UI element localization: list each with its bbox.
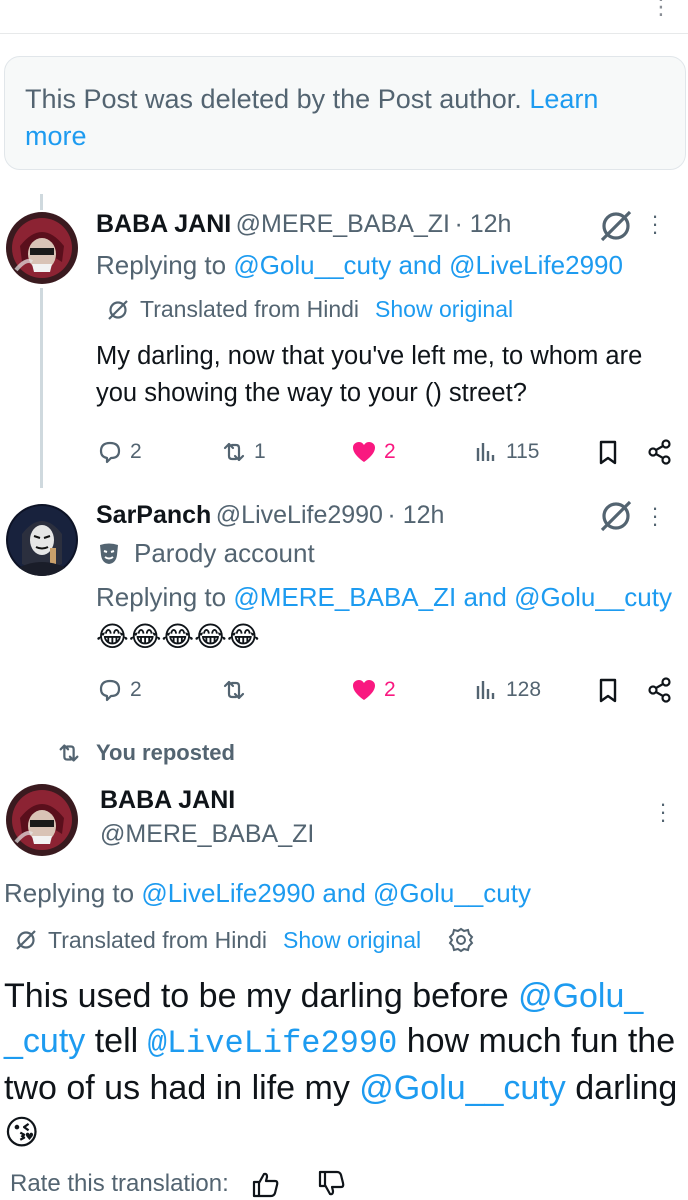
post-time[interactable]: · 12h: [387, 501, 444, 529]
like-count: 2: [384, 440, 396, 463]
parody-mask-icon: [100, 543, 118, 564]
more-icon[interactable]: ⋮: [650, 0, 672, 20]
views-icon: [476, 443, 495, 461]
top-divider: [0, 33, 688, 34]
parody-badge: Parody account: [96, 538, 315, 569]
replying-to: Replying to @Golu__cuty and @LiveLife299…: [96, 250, 623, 281]
show-original-link[interactable]: Show original: [375, 296, 513, 323]
repost-context: You reposted: [56, 740, 235, 766]
post-text-part: tell: [94, 1022, 139, 1060]
deleted-post-notice: This Post was deleted by the Post author…: [4, 56, 686, 170]
heart-icon: [353, 680, 375, 700]
view-count: 128: [506, 678, 542, 701]
more-options-icon[interactable]: · · ·: [650, 497, 660, 535]
post-text-part: This used to be my darling before: [4, 977, 509, 1015]
repost-context-label[interactable]: You reposted: [96, 740, 235, 766]
thumbs-down-icon[interactable]: [317, 1170, 347, 1198]
author-handle[interactable]: @MERE_BABA_ZI: [100, 820, 314, 849]
share-icon: [648, 439, 671, 465]
rate-translation: Rate this translation:: [10, 1170, 347, 1198]
author-name[interactable]: BABA JANI: [100, 786, 235, 815]
avatar[interactable]: [6, 504, 78, 576]
repost-icon: [59, 744, 79, 762]
reply-count: 2: [130, 678, 142, 701]
translated-label: Translated from Hindi: [140, 296, 360, 322]
mention-link[interactable]: @LiveLife2990: [449, 250, 623, 280]
rate-label: Rate this translation:: [10, 1170, 229, 1197]
mention-link[interactable]: @MERE_BABA_ZI: [233, 582, 456, 612]
bookmark-icon: [599, 678, 617, 703]
views-icon: [476, 681, 495, 699]
post-time[interactable]: · 12h: [454, 210, 511, 238]
reply-icon: [99, 441, 121, 464]
share-icon: [648, 677, 671, 703]
like-count: 2: [384, 678, 396, 701]
view-count: 115: [506, 440, 540, 463]
parody-label: Parody account: [134, 538, 315, 568]
translate-icon: [108, 299, 128, 320]
bookmark-button[interactable]: [594, 670, 622, 710]
reply-count: 2: [130, 440, 142, 463]
translate-icon: [16, 930, 36, 950]
translated-label: Translated from Hindi: [48, 926, 268, 953]
avatar[interactable]: [6, 784, 78, 856]
reply-button[interactable]: 2: [96, 432, 142, 472]
heart-icon: [353, 442, 375, 462]
replying-to: Replying to @MERE_BABA_ZI and @Golu__cut…: [96, 582, 672, 613]
grok-icon[interactable]: [596, 206, 636, 246]
share-button[interactable]: [646, 670, 674, 710]
replying-to: Replying to @LiveLife2990 and @Golu__cut…: [4, 878, 531, 909]
mention-link[interactable]: @LiveLife2990: [141, 878, 315, 908]
replying-to-label: Replying to: [96, 582, 227, 612]
more-options-icon[interactable]: · · ·: [650, 205, 660, 243]
settings-icon[interactable]: [447, 926, 475, 954]
author-name[interactable]: BABA JANI: [96, 210, 231, 238]
mention-link[interactable]: @Golu__cuty: [514, 582, 672, 612]
show-original-link[interactable]: Show original: [283, 927, 421, 954]
thread-line: [40, 288, 43, 488]
mention-link[interactable]: @Golu__cuty: [359, 1069, 566, 1107]
bookmark-icon: [599, 440, 617, 465]
thread-line: [40, 194, 43, 210]
repost-icon: [223, 442, 245, 462]
translated-row: Translated from Hindi Show original: [14, 926, 475, 954]
post-text: My darling, now that you've left me, to …: [96, 342, 643, 407]
repost-button[interactable]: [220, 670, 254, 710]
like-button[interactable]: 2: [350, 432, 396, 472]
bookmark-button[interactable]: [594, 432, 622, 472]
mention-and: and: [398, 250, 442, 280]
mention-link[interactable]: @Golu__cuty: [373, 878, 531, 908]
mention-link[interactable]: @Golu__cuty: [233, 250, 391, 280]
replying-to-label: Replying to: [4, 878, 135, 908]
views-button[interactable]: 115: [472, 432, 539, 472]
author-handle[interactable]: @LiveLife2990: [216, 501, 383, 529]
post-header: SarPanch @LiveLife2990 · 12h: [96, 501, 444, 530]
mention-link[interactable]: @LiveLife2990: [148, 1025, 398, 1062]
replying-to-label: Replying to: [96, 250, 227, 280]
post-header: BABA JANI @MERE_BABA_ZI · 12h: [96, 210, 511, 239]
more-options-icon[interactable]: · · ·: [658, 793, 668, 831]
mention-and: and: [463, 582, 507, 612]
translated-row: Translated from Hindi Show original: [106, 296, 513, 323]
repost-button[interactable]: 1: [220, 432, 266, 472]
views-button[interactable]: 128: [472, 670, 541, 710]
deleted-notice-text: This Post was deleted by the Post author…: [25, 84, 522, 114]
post-actions: 2 2 128: [96, 670, 680, 710]
reply-button[interactable]: 2: [96, 670, 142, 710]
grok-icon[interactable]: [596, 496, 636, 536]
thumbs-up-icon[interactable]: [251, 1170, 281, 1198]
repost-icon: [223, 680, 245, 700]
mention-and: and: [322, 878, 366, 908]
avatar[interactable]: [6, 212, 78, 284]
repost-count: 1: [254, 440, 266, 463]
post-actions: 2 1 2 115: [96, 432, 680, 472]
post-text: This used to be my darling before @Golu_…: [4, 974, 684, 1156]
author-name[interactable]: SarPanch: [96, 501, 211, 529]
reply-icon: [99, 679, 121, 702]
author-handle[interactable]: @MERE_BABA_ZI: [236, 210, 450, 238]
share-button[interactable]: [646, 432, 674, 472]
like-button[interactable]: 2: [350, 670, 396, 710]
post-text: 😂😂😂😂😂: [96, 620, 260, 653]
